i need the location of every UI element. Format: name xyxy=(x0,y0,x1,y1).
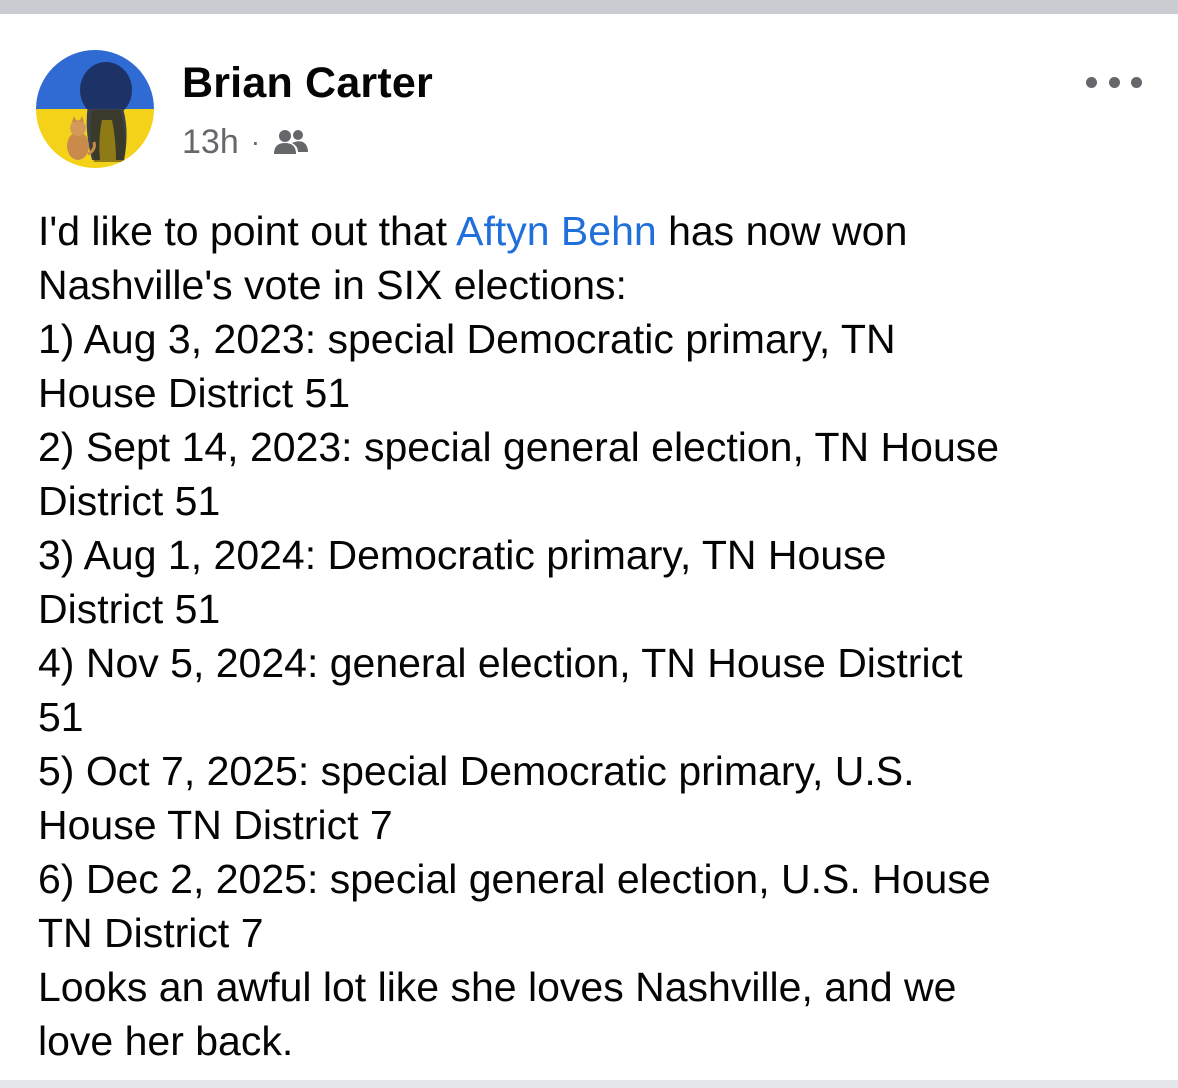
body-line: TN District 7 xyxy=(38,910,264,956)
body-line: 1) Aug 3, 2023: special Democratic prima… xyxy=(38,316,896,362)
body-line: 3) Aug 1, 2024: Democratic primary, TN H… xyxy=(38,532,887,578)
body-line: Looks an awful lot like she loves Nashvi… xyxy=(38,964,957,1010)
body-intro-after: has now won xyxy=(656,208,908,254)
body-line: 6) Dec 2, 2025: special general election… xyxy=(38,856,991,902)
body-line: Nashville's vote in SIX elections: xyxy=(38,262,627,308)
avatar-image xyxy=(36,50,154,168)
body-line: House TN District 7 xyxy=(38,802,393,848)
body-intro-before: I'd like to point out that xyxy=(38,208,457,254)
author-name[interactable]: Brian Carter xyxy=(182,62,433,105)
top-divider xyxy=(0,0,1178,14)
mention-link[interactable]: Aftyn Behn xyxy=(456,208,657,254)
body-line: 4) Nov 5, 2024: general election, TN Hou… xyxy=(38,640,963,686)
facebook-post: Brian Carter 13h · I'd like to point out… xyxy=(0,14,1178,1080)
body-line: House District 51 xyxy=(38,370,351,416)
more-dot xyxy=(1131,76,1142,88)
more-dot xyxy=(1108,76,1120,88)
post-body: I'd like to point out that Aftyn Behn ha… xyxy=(38,204,1148,1068)
body-line: 5) Oct 7, 2025: special Democratic prima… xyxy=(38,748,915,794)
friends-icon[interactable] xyxy=(272,127,310,157)
body-line: 51 xyxy=(38,694,84,740)
body-line: District 51 xyxy=(38,478,221,524)
meta-separator: · xyxy=(250,126,261,157)
bottom-divider xyxy=(0,1080,1178,1088)
body-line: District 51 xyxy=(38,586,221,632)
avatar[interactable] xyxy=(36,50,154,168)
more-options-icon[interactable] xyxy=(1086,70,1142,94)
body-line: I'd like to point out that Aftyn Behn ha… xyxy=(38,204,1148,258)
post-timestamp[interactable]: 13h xyxy=(182,123,239,162)
post-meta: 13h · xyxy=(182,122,310,162)
body-line: love her back. xyxy=(38,1018,294,1064)
more-dot xyxy=(1086,76,1097,88)
body-line: 2) Sept 14, 2023: special general electi… xyxy=(38,424,1000,470)
